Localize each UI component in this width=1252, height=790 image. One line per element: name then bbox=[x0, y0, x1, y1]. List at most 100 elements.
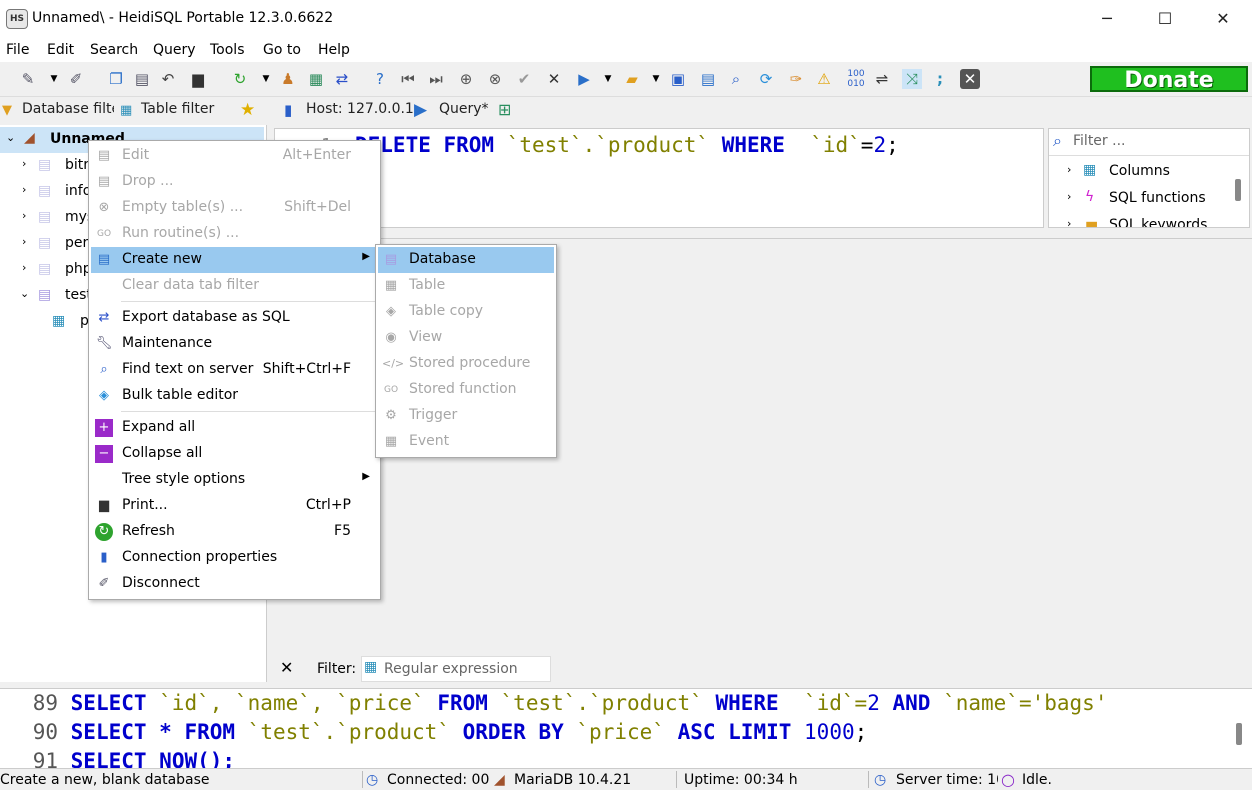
filter-label: Filter: bbox=[317, 661, 357, 677]
close-button[interactable]: ✕ bbox=[1194, 0, 1252, 38]
menu-file[interactable]: File bbox=[6, 42, 29, 58]
refresh-icon[interactable]: ↻ bbox=[230, 69, 250, 89]
chevron-right-icon[interactable]: › bbox=[22, 157, 26, 170]
save-as-icon[interactable]: ▤ bbox=[698, 69, 718, 89]
close-filter-icon[interactable]: ✕ bbox=[280, 658, 293, 677]
menu-item-tree-style[interactable]: Tree style options ▶ bbox=[91, 467, 378, 493]
undo-icon[interactable]: ↶ bbox=[158, 69, 178, 89]
menu-item-connection-properties[interactable]: ▮ Connection properties bbox=[91, 545, 378, 571]
menu-tools[interactable]: Tools bbox=[210, 42, 245, 58]
disconnect-icon[interactable]: ✐ bbox=[66, 69, 86, 89]
helper-item-functions[interactable]: SQL functions bbox=[1109, 190, 1206, 206]
auto-refresh-icon[interactable]: ⤨ bbox=[902, 69, 922, 89]
import-csv-icon[interactable]: ▦ bbox=[306, 69, 326, 89]
replace-icon[interactable]: ⟳ bbox=[756, 69, 776, 89]
dropdown-arrow-icon[interactable]: ▼ bbox=[646, 69, 666, 89]
chevron-right-icon[interactable]: › bbox=[1067, 190, 1071, 203]
log-scrollbar[interactable] bbox=[1236, 723, 1242, 745]
chevron-down-icon[interactable]: ⌄ bbox=[20, 287, 29, 300]
submenu-item-view[interactable]: ◉ View bbox=[378, 325, 554, 351]
chevron-right-icon[interactable]: › bbox=[1067, 217, 1071, 227]
helper-item-columns[interactable]: Columns bbox=[1109, 163, 1170, 179]
word-wrap-icon[interactable]: ⇌ bbox=[872, 69, 892, 89]
donate-button[interactable]: Donate bbox=[1090, 66, 1248, 93]
tab-query[interactable]: Query* bbox=[439, 101, 489, 117]
menu-item-create-new[interactable]: ▤ Create new ▶ bbox=[91, 247, 378, 273]
sql-keyword: LIMIT bbox=[728, 720, 792, 744]
format-brush-icon[interactable]: ✑ bbox=[786, 69, 806, 89]
menu-query[interactable]: Query bbox=[153, 42, 196, 58]
menu-item-collapse-all[interactable]: − Collapse all bbox=[91, 441, 378, 467]
new-query-tab-icon[interactable]: ⊞ bbox=[498, 100, 511, 119]
menu-item-drop[interactable]: ▤ Drop ... bbox=[91, 169, 378, 195]
menu-item-bulk-editor[interactable]: ◈ Bulk table editor bbox=[91, 383, 378, 409]
submenu-item-database[interactable]: ▤ Database bbox=[378, 247, 554, 273]
database-filter-input[interactable]: Database filter bbox=[22, 101, 114, 117]
add-icon[interactable]: ⊕ bbox=[456, 69, 476, 89]
run-icon[interactable]: ▶ bbox=[574, 69, 594, 89]
find-icon[interactable]: ⌕ bbox=[726, 69, 746, 89]
submenu-item-trigger[interactable]: ⚙ Trigger bbox=[378, 403, 554, 429]
semicolon-icon[interactable]: ; bbox=[930, 69, 950, 89]
table-filter-input[interactable]: Table filter bbox=[141, 101, 214, 117]
copy-icon[interactable]: ❐ bbox=[106, 69, 126, 89]
sql-log[interactable]: 89 SELECT `id`, `name`, `price` FROM `te… bbox=[0, 688, 1252, 769]
menu-item-edit[interactable]: ▤ Edit Alt+Enter bbox=[91, 143, 378, 169]
menu-help[interactable]: Help bbox=[318, 42, 350, 58]
chevron-down-icon[interactable]: ⌄ bbox=[6, 131, 15, 144]
menu-item-find-text[interactable]: ⌕ Find text on server Shift+Ctrl+F bbox=[91, 357, 378, 383]
helper-filter-input[interactable]: Filter ... bbox=[1073, 133, 1125, 149]
menu-item-export-sql[interactable]: ⇄ Export database as SQL bbox=[91, 305, 378, 331]
chevron-right-icon[interactable]: › bbox=[1067, 163, 1071, 176]
binary-icon[interactable]: 100 010 bbox=[844, 69, 868, 89]
submenu-item-stored-function[interactable]: GO Stored function bbox=[378, 377, 554, 403]
query-editor[interactable]: 1 DELETE FROM `test`.`product` WHERE `id… bbox=[274, 128, 1044, 228]
menu-edit[interactable]: Edit bbox=[47, 42, 74, 58]
open-folder-icon[interactable]: ▰ bbox=[622, 69, 642, 89]
tab-host[interactable]: Host: 127.0.0.1 bbox=[306, 101, 414, 117]
helper-item-keywords[interactable]: SQL keywords bbox=[1109, 217, 1207, 227]
delete-icon[interactable]: ⊗ bbox=[485, 69, 505, 89]
menu-item-empty-tables[interactable]: ⊗ Empty table(s) ... Shift+Del bbox=[91, 195, 378, 221]
dropdown-arrow-icon[interactable]: ▼ bbox=[256, 69, 276, 89]
maximize-button[interactable]: ☐ bbox=[1136, 0, 1194, 38]
sql-keyword: SELECT bbox=[70, 691, 147, 715]
menu-item-disconnect[interactable]: ✐ Disconnect bbox=[91, 571, 378, 597]
connect-icon[interactable]: ✎ bbox=[18, 69, 38, 89]
warning-icon[interactable]: ⚠ bbox=[814, 69, 834, 89]
menu-search[interactable]: Search bbox=[90, 42, 138, 58]
help-icon[interactable]: ? bbox=[370, 69, 390, 89]
submenu-item-table-copy[interactable]: ◈ Table copy bbox=[378, 299, 554, 325]
user-manager-icon[interactable]: ♟ bbox=[278, 69, 298, 89]
helper-scrollbar[interactable] bbox=[1235, 179, 1241, 201]
post-icon[interactable]: ✔ bbox=[514, 69, 534, 89]
chevron-right-icon[interactable]: › bbox=[22, 261, 26, 274]
menu-item-maintenance[interactable]: 🔧︎ Maintenance bbox=[91, 331, 378, 357]
cancel-icon[interactable]: ✕ bbox=[544, 69, 564, 89]
export-icon[interactable]: ⇄ bbox=[332, 69, 352, 89]
chevron-right-icon[interactable]: › bbox=[22, 183, 26, 196]
menu-item-refresh[interactable]: ↻ Refresh F5 bbox=[91, 519, 378, 545]
chevron-right-icon[interactable]: › bbox=[22, 235, 26, 248]
last-icon[interactable]: ⏭ bbox=[426, 69, 446, 89]
dropdown-arrow-icon[interactable]: ▼ bbox=[44, 69, 64, 89]
menu-item-label: Clear data tab filter bbox=[122, 277, 260, 293]
menu-goto[interactable]: Go to bbox=[263, 42, 301, 58]
filter-input[interactable]: ▦ Regular expression bbox=[361, 656, 551, 682]
paste-icon[interactable]: ▤ bbox=[132, 69, 152, 89]
submenu-item-stored-procedure[interactable]: </> Stored procedure bbox=[378, 351, 554, 377]
print-icon[interactable]: ▆ bbox=[188, 69, 208, 89]
submenu-item-event[interactable]: ▦ Event bbox=[378, 429, 554, 455]
close-tab-icon[interactable]: ✕ bbox=[960, 69, 980, 89]
menu-item-run-routines[interactable]: GO Run routine(s) ... bbox=[91, 221, 378, 247]
menu-item-clear-filter[interactable]: Clear data tab filter bbox=[91, 273, 378, 299]
first-icon[interactable]: ⏮ bbox=[398, 69, 418, 89]
submenu-item-table[interactable]: ▦ Table bbox=[378, 273, 554, 299]
star-icon[interactable]: ★ bbox=[240, 100, 255, 120]
chevron-right-icon[interactable]: › bbox=[22, 209, 26, 222]
minimize-button[interactable]: ─ bbox=[1078, 0, 1136, 38]
menu-item-expand-all[interactable]: + Expand all bbox=[91, 415, 378, 441]
dropdown-arrow-icon[interactable]: ▼ bbox=[598, 69, 618, 89]
save-icon[interactable]: ▣ bbox=[668, 69, 688, 89]
menu-item-print[interactable]: ▆ Print... Ctrl+P bbox=[91, 493, 378, 519]
